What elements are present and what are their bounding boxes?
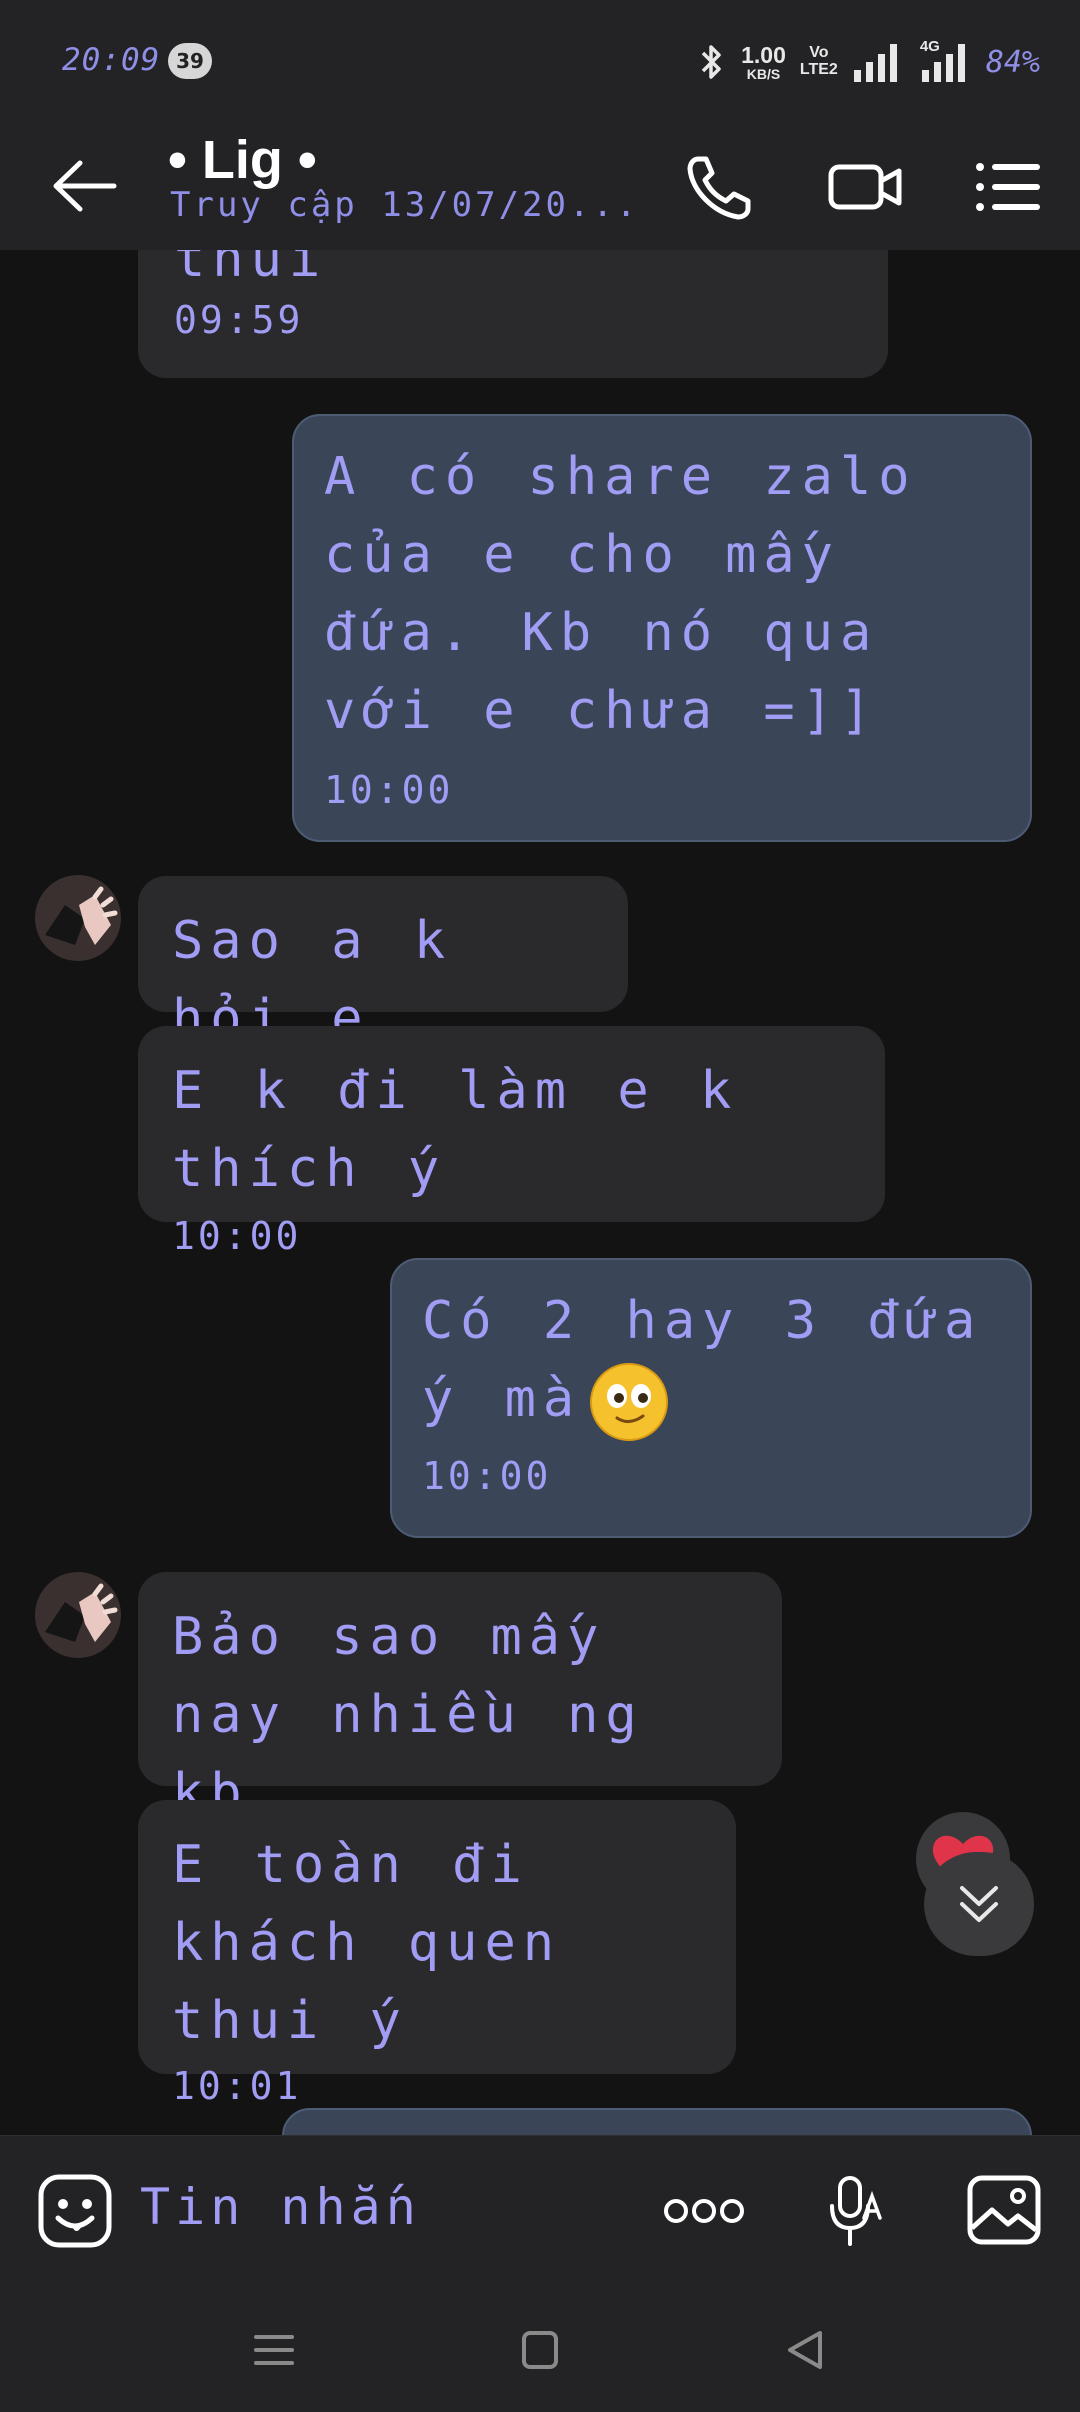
sticker-icon[interactable] (36, 2172, 114, 2250)
signal-icon (853, 44, 897, 82)
message-time: 10:00 (172, 1214, 302, 1258)
chat-header: • Lig • Truy cập 13/07/20... (0, 125, 1080, 250)
home-icon[interactable] (510, 2325, 570, 2375)
volte-indicator: Vo LTE2 (799, 44, 838, 78)
back-arrow-icon[interactable] (50, 155, 118, 217)
message-input[interactable]: Tin nhắn (140, 2178, 421, 2236)
scroll-to-bottom-button[interactable] (924, 1852, 1034, 1956)
bluetooth-icon (701, 45, 721, 79)
notification-count-badge: 39 (168, 43, 212, 79)
message-bubble-outgoing[interactable] (282, 2108, 1032, 2135)
avatar[interactable] (35, 1572, 121, 1658)
system-nav-bar (0, 2285, 1080, 2412)
chevron-double-down-icon (960, 1886, 998, 1922)
message-bubble-incoming[interactable]: E k đi làm e k thích ý 10:00 (138, 1026, 885, 1258)
message-text: A có share zalo của e cho mấy đứa. Kb nó… (324, 447, 917, 741)
message-bubble-outgoing[interactable]: Có 2 hay 3 đứa ý mà 10:00 (390, 1258, 1032, 1538)
video-call-icon[interactable] (825, 147, 905, 227)
recent-apps-icon[interactable] (244, 2325, 304, 2375)
last-seen-status: Truy cập 13/07/20... (170, 185, 640, 225)
message-text: E k đi làm e k thích ý (172, 1061, 739, 1199)
contact-name[interactable]: • Lig • (168, 129, 317, 191)
message-bubble-incoming[interactable]: thui 09:59 (138, 250, 888, 378)
signal-4g-icon: 4G (914, 38, 972, 84)
net-speed: 1.00 KB/S (741, 41, 786, 82)
message-bubble-outgoing[interactable]: A có share zalo của e cho mấy đứa. Kb nó… (292, 414, 1032, 842)
status-bar: 20:09 39 1.00 KB/S Vo LTE2 4G 84% (0, 0, 1080, 125)
message-time: 10:01 (172, 2064, 302, 2108)
battery-level: 84% (985, 44, 1040, 80)
message-text: thui (174, 250, 328, 289)
status-icons: 1.00 KB/S Vo LTE2 4G 84% (697, 38, 1040, 86)
smiling-face-emoji-icon (590, 1363, 669, 1441)
status-time: 20:09 (62, 42, 161, 78)
message-input-bar: Tin nhắn (0, 2135, 1080, 2285)
message-bubble-incoming[interactable]: Sao a k hỏi e (138, 876, 628, 1049)
message-bubble-incoming[interactable]: E toàn đi khách quen thui ý 10:01 (138, 1800, 736, 2108)
message-time: 10:00 (422, 1454, 552, 1498)
back-nav-icon[interactable] (776, 2325, 836, 2375)
message-text: Bảo sao mấy nay nhiều ng kb (172, 1607, 644, 1823)
message-time: 10:00 (324, 768, 454, 812)
message-bubble-incoming[interactable]: Bảo sao mấy nay nhiều ng kb (138, 1572, 782, 1823)
avatar[interactable] (35, 875, 121, 961)
message-text: E toàn đi khách quen thui ý (172, 1835, 562, 2051)
message-time: 09:59 (174, 298, 304, 342)
image-gallery-icon[interactable] (966, 2174, 1042, 2246)
more-dots-icon[interactable] (662, 2191, 746, 2231)
menu-list-icon[interactable] (968, 147, 1048, 227)
phone-icon[interactable] (680, 147, 760, 227)
message-text: Có 2 hay 3 đứa ý mà (422, 1282, 1000, 1444)
voice-mic-icon[interactable] (824, 2172, 884, 2252)
